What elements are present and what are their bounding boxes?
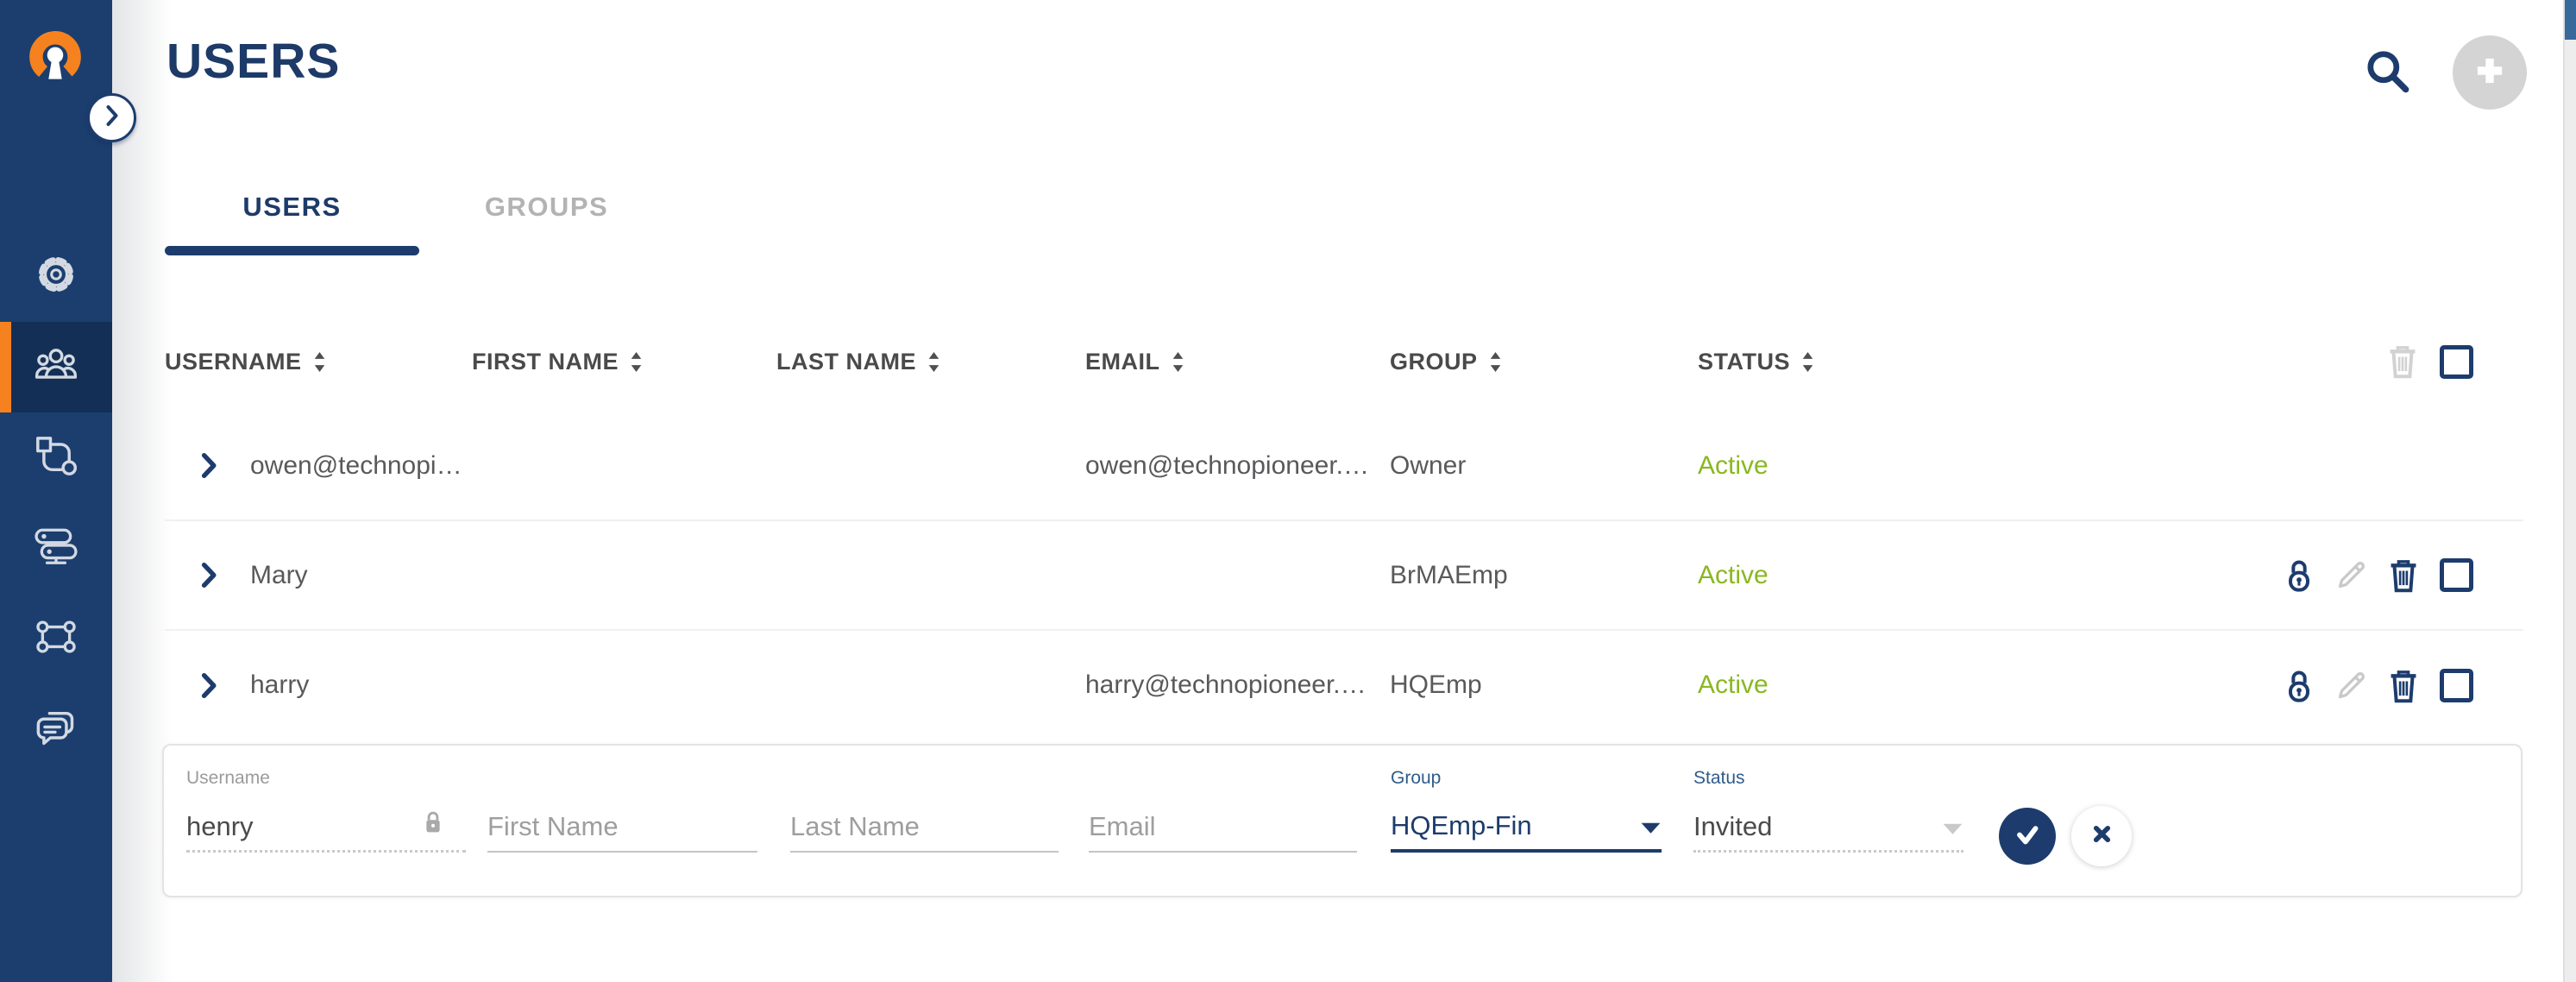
column-header-email[interactable]: EMAIL (1085, 343, 1184, 380)
add-user-button (2453, 35, 2527, 110)
username-label: Username (186, 768, 270, 788)
cell-username: owen@technopi… (250, 451, 462, 480)
cancel-button[interactable] (2071, 806, 2132, 866)
row-actions (2284, 631, 2473, 740)
table-row: Mary BrMAEmp Active (165, 521, 2523, 631)
status-badge: Active (1698, 561, 1769, 589)
column-header-last-name[interactable]: LAST NAME (776, 343, 940, 380)
tab-users[interactable]: USERS (165, 192, 419, 223)
sidebar-item-network[interactable] (0, 594, 112, 684)
group-label: Group (1391, 768, 1442, 788)
first-name-field[interactable] (487, 803, 757, 853)
email-field[interactable] (1089, 803, 1357, 853)
search-icon[interactable] (2363, 47, 2413, 98)
server-icon (35, 526, 78, 570)
delete-selected-icon (2388, 344, 2417, 379)
cell-username: harry (250, 670, 310, 699)
sort-icon (1490, 351, 1500, 372)
row-checkbox[interactable] (2440, 558, 2473, 592)
page-title: USERS (166, 34, 341, 89)
edit-user-row: Username Group HQEmp-Fin (162, 744, 2523, 897)
table-row: harry harry@technopioneer.… HQEmp Active (165, 631, 2523, 740)
tab-bar: USERS GROUPS (165, 192, 674, 223)
scrollbar-thumb[interactable] (2565, 0, 2576, 40)
sort-icon (631, 351, 642, 372)
sort-icon (1802, 351, 1813, 372)
chat-icon (35, 708, 78, 752)
main-panel: USERS USERS GROUPS USERNAME FIRST NAME L… (112, 0, 2576, 982)
lock-icon (423, 809, 443, 840)
cell-group: BrMAEmp (1390, 561, 1508, 589)
row-checkbox[interactable] (2440, 669, 2473, 702)
cell-email: harry@technopioneer.… (1085, 670, 1367, 699)
sort-icon (314, 351, 324, 372)
status-badge: Active (1698, 670, 1769, 699)
sort-icon (928, 351, 939, 372)
last-name-field[interactable] (790, 803, 1059, 853)
table-row: owen@technopi… owen@technopioneer.… Owne… (165, 412, 2523, 521)
row-actions (2284, 521, 2473, 629)
column-header-group[interactable]: GROUP (1390, 343, 1502, 380)
gear-icon (35, 255, 78, 299)
sidebar-item-support[interactable] (0, 684, 112, 775)
users-page: USERS USERS GROUPS USERNAME FIRST NAME L… (0, 0, 2576, 982)
chevron-right-icon (105, 104, 119, 131)
sidebar (0, 0, 112, 982)
confirm-button[interactable] (1999, 808, 2056, 865)
status-label: Status (1693, 768, 1745, 788)
edit-icon (2335, 559, 2367, 591)
status-select: Invited (1693, 803, 1963, 853)
openvpn-logo (24, 29, 86, 95)
sidebar-item-settings[interactable] (0, 231, 112, 322)
edit-icon (2335, 670, 2367, 702)
delete-icon[interactable] (2389, 558, 2418, 593)
chevron-down-icon (1640, 810, 1662, 841)
sidebar-item-users[interactable] (0, 322, 112, 412)
column-header-first-name[interactable]: FIRST NAME (472, 343, 643, 380)
tab-groups[interactable]: GROUPS (419, 192, 674, 223)
table-header: USERNAME FIRST NAME LAST NAME EMAIL GROU… (165, 343, 2523, 380)
expand-row-icon[interactable] (201, 521, 217, 629)
sidebar-item-servers[interactable] (0, 503, 112, 594)
cell-group: HQEmp (1390, 670, 1482, 699)
shapes-icon (35, 436, 78, 480)
cell-group: Owner (1390, 451, 1467, 480)
check-icon (2012, 819, 2043, 854)
status-badge: Active (1698, 451, 1769, 480)
active-tab-underline (165, 246, 419, 255)
lock-icon[interactable] (2284, 558, 2314, 593)
group-select-value: HQEmp-Fin (1391, 810, 1532, 840)
select-all-checkbox[interactable] (2440, 344, 2473, 379)
chevron-down-icon (1942, 811, 1963, 842)
delete-icon[interactable] (2389, 669, 2418, 703)
sidebar-expand-button[interactable] (87, 93, 136, 142)
column-header-username[interactable]: USERNAME (165, 343, 326, 380)
toolbar (2363, 33, 2527, 112)
sidebar-nav (0, 231, 112, 775)
cell-username: Mary (250, 561, 308, 589)
table-body: owen@technopi… owen@technopioneer.… Owne… (165, 412, 2523, 740)
expand-row-icon[interactable] (201, 631, 217, 740)
column-header-status[interactable]: STATUS (1698, 343, 1814, 380)
plus-icon (2471, 52, 2509, 94)
lock-icon[interactable] (2284, 669, 2314, 703)
sort-icon (1172, 351, 1183, 372)
users-icon (35, 345, 78, 389)
expand-row-icon[interactable] (201, 412, 217, 519)
status-select-value: Invited (1693, 810, 1773, 841)
close-icon (2089, 821, 2115, 852)
cell-email: owen@technopioneer.… (1085, 451, 1370, 480)
scrollbar (2563, 0, 2576, 982)
sidebar-item-objects[interactable] (0, 412, 112, 503)
group-select[interactable]: HQEmp-Fin (1391, 803, 1662, 853)
network-nodes-icon (35, 617, 78, 661)
